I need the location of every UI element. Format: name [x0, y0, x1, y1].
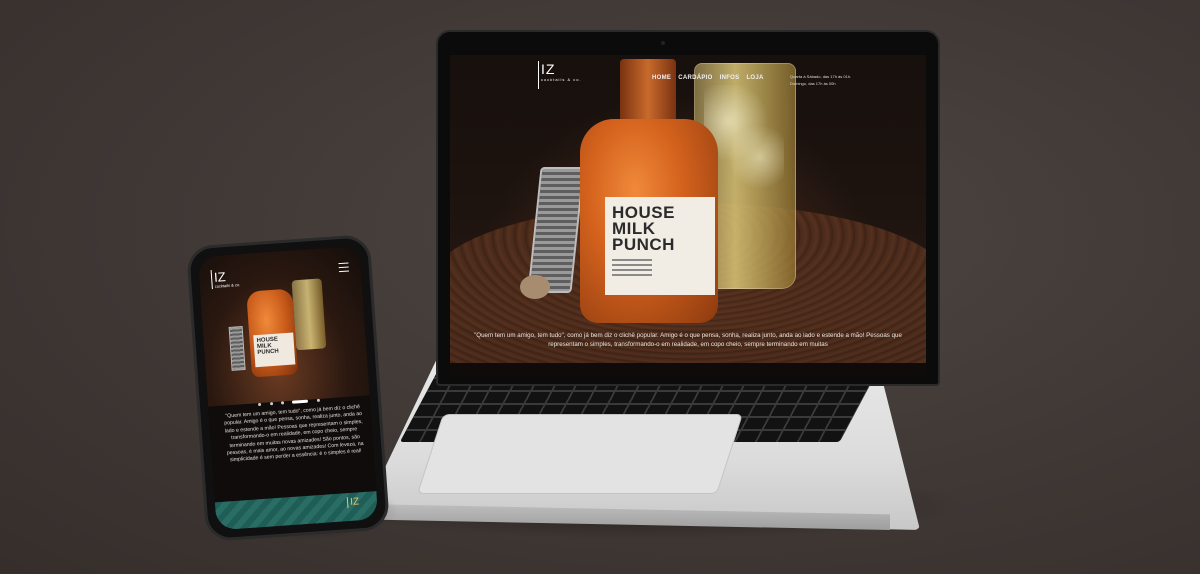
label-fine-print	[612, 259, 708, 276]
phone-hero-image: HOUSE MILK PUNCH IZ cocktails & co.	[197, 245, 370, 407]
nav-loja[interactable]: LOJA	[746, 75, 763, 81]
carousel-dot[interactable]	[280, 401, 285, 405]
phone-logo-sub: cocktails & co.	[214, 282, 241, 289]
phone-bottle-label: HOUSE MILK PUNCH	[253, 332, 296, 368]
nav-infos[interactable]: INFOS	[720, 75, 740, 81]
carousel-dot[interactable]	[269, 402, 273, 406]
logo-sub: cocktails & co.	[541, 77, 582, 82]
nav-home[interactable]: HOME	[652, 75, 671, 81]
laptop-trackpad	[417, 414, 743, 494]
bottle-label: HOUSE MILK PUNCH	[605, 197, 715, 295]
quote-text: "Quem tem um amigo, tem tudo", como já b…	[474, 332, 902, 348]
banner-cta[interactable]: VER O CARDÁPIO	[217, 520, 379, 530]
nav-cardapio[interactable]: CARDÁPIO	[678, 75, 712, 81]
menu-banner[interactable]: IZ VER O CARDÁPIO	[214, 491, 379, 531]
laptop-camera	[661, 41, 665, 45]
laptop-screen: HOUSE MILK PUNCH IZ cocktails & co. HOME…	[450, 55, 926, 377]
label-title-line2: MILK PUNCH	[612, 219, 675, 254]
site-logo[interactable]: IZ cocktails & co.	[538, 61, 582, 89]
carousel-dot[interactable]	[316, 398, 320, 403]
nutmeg	[520, 275, 550, 299]
opening-hours: Quarta à Sábado, das 17h às 01h. Domingo…	[790, 74, 852, 86]
phone-logo[interactable]: IZ cocktails & co.	[210, 268, 241, 290]
phone-label-line2: MILK PUNCH	[256, 343, 279, 357]
carousel-dot-active[interactable]	[292, 399, 309, 404]
phone-grater	[228, 326, 246, 371]
carousel-dot[interactable]	[258, 402, 262, 407]
banner-logo: IZ	[346, 496, 360, 509]
hero-image: HOUSE MILK PUNCH	[450, 55, 926, 363]
phone-frame: HOUSE MILK PUNCH IZ cocktails & co. "Que…	[185, 233, 391, 543]
top-nav: HOME CARDÁPIO INFOS LOJA	[652, 75, 764, 81]
logo-text: IZ	[541, 61, 556, 77]
phone-quote-text: "Quem tem um amigo, tem tudo", como já b…	[224, 404, 364, 464]
phone-drink-glass	[291, 278, 327, 351]
phone-screen: HOUSE MILK PUNCH IZ cocktails & co. "Que…	[197, 245, 379, 531]
hamburger-menu-icon[interactable]	[338, 262, 350, 275]
